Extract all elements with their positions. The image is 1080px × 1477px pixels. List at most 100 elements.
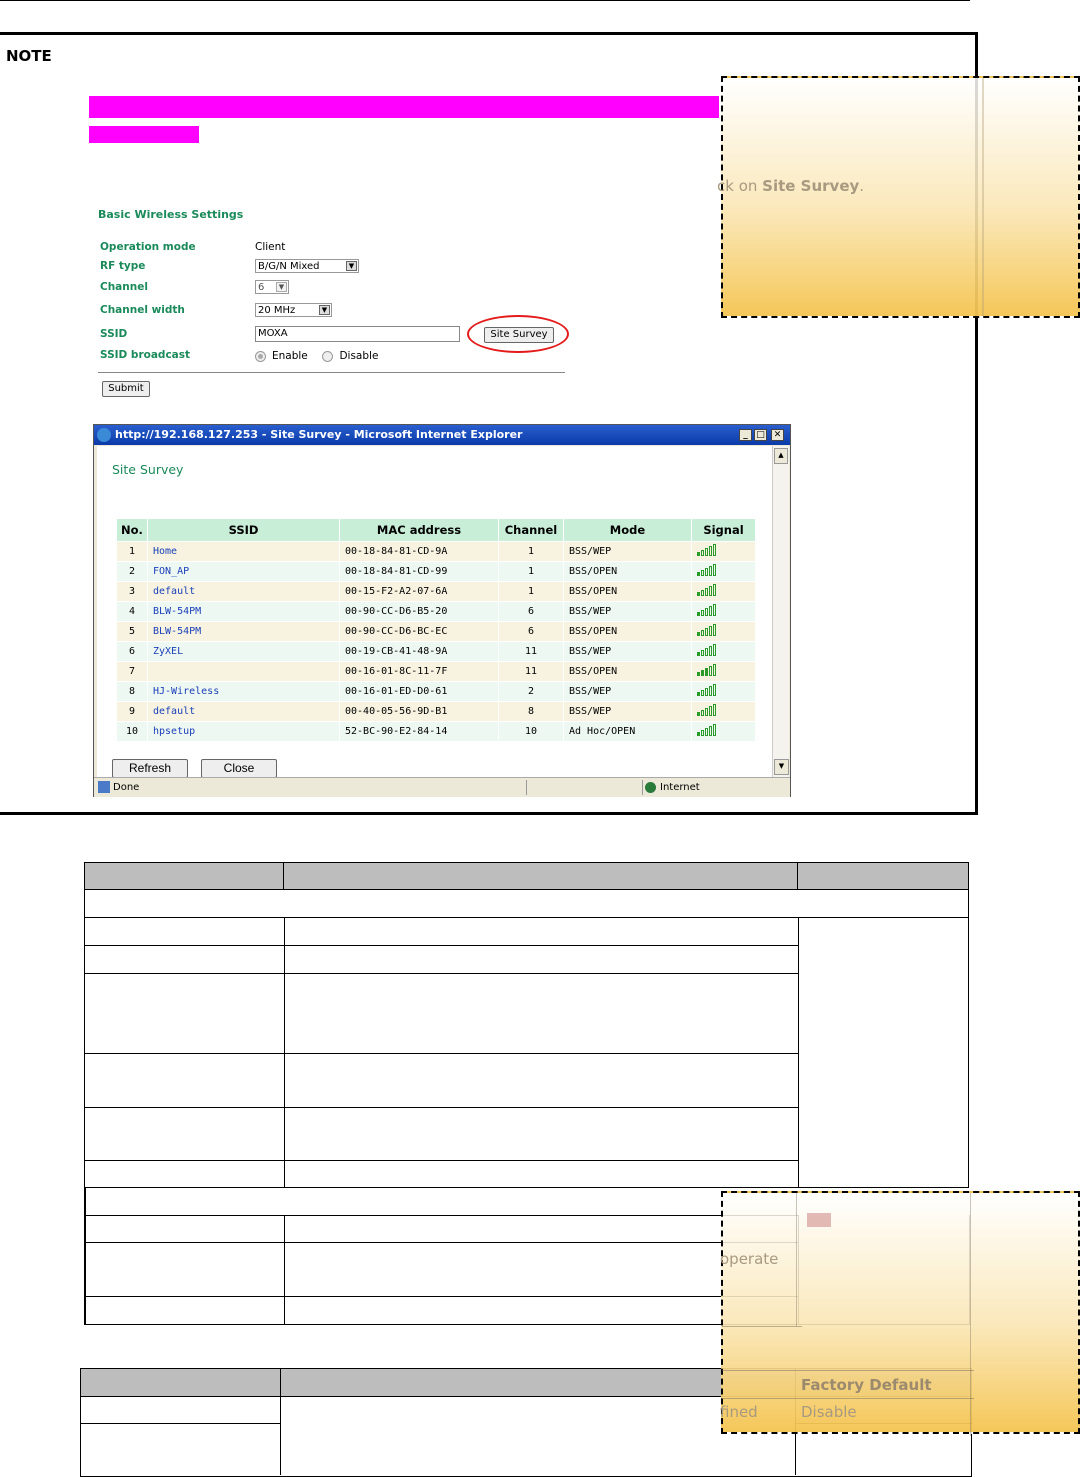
cell-signal xyxy=(692,622,755,641)
channel-value: 6 xyxy=(258,282,265,293)
cell-channel: 1 xyxy=(499,542,563,561)
cell-signal xyxy=(692,582,755,601)
scroll-down-icon[interactable]: ▼ xyxy=(774,759,789,775)
cell-mac: 00-40-05-56-9D-B1 xyxy=(340,702,498,721)
callout-box: operate fined Factory Default Disable xyxy=(720,1191,1080,1436)
factory-default-value: Disable xyxy=(801,1403,857,1421)
cell-mode: Ad Hoc/OPEN xyxy=(564,722,691,741)
enable-radio-label: Enable xyxy=(272,350,308,362)
factory-default-header: Factory Default xyxy=(801,1376,932,1394)
ssid-broadcast-radios: Enable Disable xyxy=(255,350,378,362)
window-title: http://192.168.127.253 - Site Survey - M… xyxy=(115,428,523,441)
cell-ssid[interactable]: HJ-Wireless xyxy=(148,682,339,701)
cell-mac: 00-16-01-8C-11-7F xyxy=(340,662,498,681)
cell-signal xyxy=(692,542,755,561)
callout-text: ck on Site Survey. xyxy=(717,177,865,195)
callout-mark xyxy=(807,1213,831,1227)
channel-width-label: Channel width xyxy=(100,304,185,316)
cell-no: 2 xyxy=(117,562,147,581)
col-header-mode: Mode xyxy=(564,519,691,541)
cell-ssid[interactable]: BLW-54PM xyxy=(148,602,339,621)
table-row[interactable]: 2 FON_AP 00-18-84-81-CD-99 1 BSS/OPEN xyxy=(117,562,755,581)
cell-channel: 10 xyxy=(499,722,563,741)
cell-mode: BSS/WEP xyxy=(564,602,691,621)
cell-mac: 00-90-CC-D6-B5-20 xyxy=(340,602,498,621)
channel-width-select[interactable]: 20 MHz ▼ xyxy=(255,303,332,317)
cell-ssid[interactable] xyxy=(148,662,339,681)
callout-ghost-text: operate xyxy=(720,1250,779,1268)
signal-strength-icon xyxy=(697,604,716,616)
ssid-label: SSID xyxy=(100,328,128,340)
cell-ssid[interactable]: hpsetup xyxy=(148,722,339,741)
chevron-down-icon: ▼ xyxy=(276,282,287,292)
cell-mac: 00-19-CB-41-48-9A xyxy=(340,642,498,661)
col-header-signal: Signal xyxy=(692,519,755,541)
cell-ssid[interactable]: default xyxy=(148,702,339,721)
cell-mac: 00-90-CC-D6-BC-EC xyxy=(340,622,498,641)
table-row[interactable]: 8 HJ-Wireless 00-16-01-ED-D0-61 2 BSS/WEP xyxy=(117,682,755,701)
signal-strength-icon xyxy=(697,644,716,656)
enable-radio[interactable] xyxy=(255,350,266,362)
status-panels xyxy=(526,780,643,795)
channel-select[interactable]: 6 ▼ xyxy=(255,280,289,294)
callout-box: ck on Site Survey. xyxy=(717,76,1080,318)
signal-strength-icon xyxy=(697,724,716,736)
maximize-icon[interactable]: □ xyxy=(754,429,767,441)
cell-signal xyxy=(692,562,755,581)
cell-ssid[interactable]: ZyXEL xyxy=(148,642,339,661)
cell-mode: BSS/OPEN xyxy=(564,622,691,641)
callout-divider xyxy=(982,78,984,316)
scroll-up-icon[interactable]: ▲ xyxy=(774,448,788,464)
cell-channel: 8 xyxy=(499,702,563,721)
table-row[interactable]: 4 BLW-54PM 00-90-CC-D6-B5-20 6 BSS/WEP xyxy=(117,602,755,621)
site-survey-table: No. SSID MAC address Channel Mode Signal… xyxy=(116,518,756,742)
cell-mac: 00-15-F2-A2-07-6A xyxy=(340,582,498,601)
table-row[interactable]: 5 BLW-54PM 00-90-CC-D6-BC-EC 6 BSS/OPEN xyxy=(117,622,755,641)
status-text: Done xyxy=(113,782,140,793)
cell-ssid[interactable]: FON_AP xyxy=(148,562,339,581)
cell-channel: 2 xyxy=(499,682,563,701)
window-content: Site Survey No. SSID MAC address Channel… xyxy=(97,446,772,778)
refresh-button[interactable]: Refresh xyxy=(112,759,188,778)
table-row[interactable]: 10 hpsetup 52-BC-90-E2-84-14 10 Ad Hoc/OPEN xyxy=(117,722,755,741)
col-header-no: No. xyxy=(117,519,147,541)
signal-strength-icon xyxy=(697,664,716,676)
section-row xyxy=(84,890,969,918)
ssid-input[interactable]: MOXA xyxy=(255,326,460,342)
basic-wireless-settings: Basic Wireless Settings Operation mode C… xyxy=(95,200,575,410)
signal-strength-icon xyxy=(697,684,716,696)
top-rule xyxy=(0,0,970,1)
close-icon[interactable]: ✕ xyxy=(771,429,784,441)
close-button[interactable]: Close xyxy=(201,759,277,778)
disable-radio-label: Disable xyxy=(339,350,379,362)
cell-channel: 1 xyxy=(499,582,563,601)
disable-radio[interactable] xyxy=(322,350,334,362)
cell-mac: 52-BC-90-E2-84-14 xyxy=(340,722,498,741)
cell-no: 4 xyxy=(117,602,147,621)
cell-ssid[interactable]: Home xyxy=(148,542,339,561)
table-row[interactable]: 6 ZyXEL 00-19-CB-41-48-9A 11 BSS/WEP xyxy=(117,642,755,661)
window-titlebar: http://192.168.127.253 - Site Survey - M… xyxy=(94,425,790,445)
cell-no: 9 xyxy=(117,702,147,721)
section-title: Basic Wireless Settings xyxy=(98,208,244,221)
minimize-icon[interactable]: _ xyxy=(739,429,752,441)
rf-type-select[interactable]: B/G/N Mixed ▼ xyxy=(255,259,359,273)
cell-mode: BSS/WEP xyxy=(564,642,691,661)
scrollbar[interactable]: ▲ ▼ xyxy=(772,446,789,777)
table-row[interactable]: 7 00-16-01-8C-11-7F 11 BSS/OPEN xyxy=(117,662,755,681)
table-row[interactable]: 1 Home 00-18-84-81-CD-9A 1 BSS/WEP xyxy=(117,542,755,561)
cell-channel: 6 xyxy=(499,622,563,641)
col-header-mac: MAC address xyxy=(340,519,498,541)
signal-strength-icon xyxy=(697,624,716,636)
cell-mode: BSS/WEP xyxy=(564,682,691,701)
rf-type-label: RF type xyxy=(100,260,146,272)
cell-ssid[interactable]: default xyxy=(148,582,339,601)
signal-strength-icon xyxy=(697,564,716,576)
table-row[interactable]: 3 default 00-15-F2-A2-07-6A 1 BSS/OPEN xyxy=(117,582,755,601)
signal-strength-icon xyxy=(697,704,716,716)
cell-ssid[interactable]: BLW-54PM xyxy=(148,622,339,641)
submit-button[interactable]: Submit xyxy=(102,381,150,397)
cell-mac: 00-16-01-ED-D0-61 xyxy=(340,682,498,701)
table-row[interactable]: 9 default 00-40-05-56-9D-B1 8 BSS/WEP xyxy=(117,702,755,721)
cell-signal xyxy=(692,682,755,701)
